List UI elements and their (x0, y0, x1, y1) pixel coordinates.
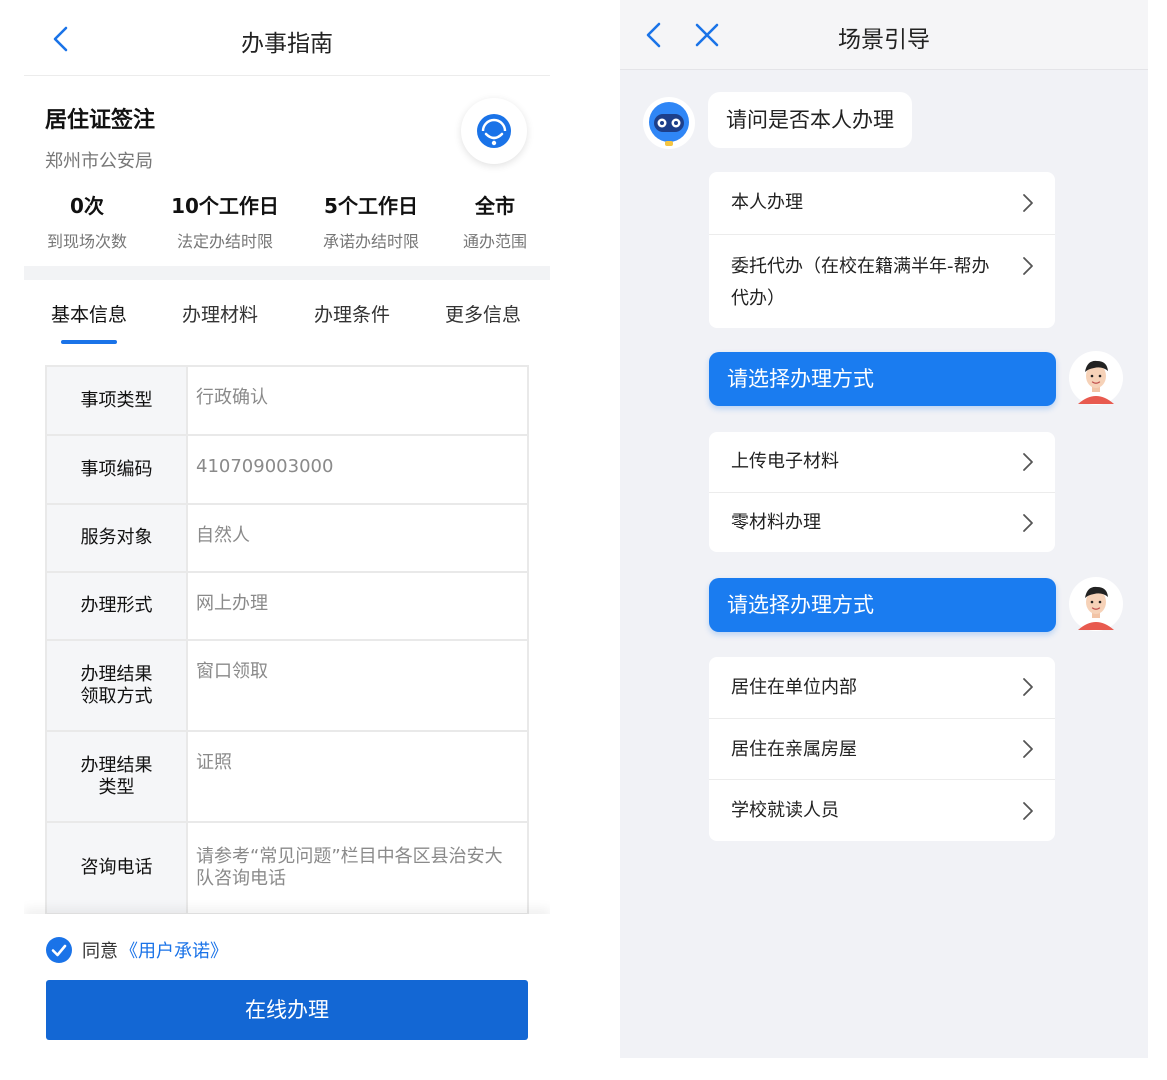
row-key: 服务对象 (45, 503, 188, 573)
row-key: 办理结果 类型 (45, 730, 188, 823)
agreement-text: 同意 (82, 941, 118, 962)
row-value: 证照 (186, 730, 529, 823)
robot-avatar-icon (643, 97, 695, 149)
option-label: 居住在亲属房屋 (731, 739, 857, 760)
service-name: 居住证签注 (45, 108, 156, 133)
tab-materials[interactable]: 办理材料 (182, 300, 258, 327)
table-row: 办理结果 类型 证照 (45, 730, 529, 823)
table-row: 办理形式 网上办理 (45, 571, 529, 641)
stat-value: 全市 (475, 194, 515, 218)
option-label: 零材料办理 (731, 512, 821, 533)
section-divider (24, 266, 550, 280)
stat-scope: 全市 通办范围 (460, 190, 530, 252)
scenario-guide-screen: 场景引导 请问是否本人办理 本人办理 委托代办（在校在籍满半年-帮办代办） 请选… (620, 0, 1148, 1058)
row-key: 事项类型 (45, 365, 188, 436)
active-tab-indicator (61, 340, 117, 344)
bot-question-bubble: 请问是否本人办理 (708, 92, 912, 148)
table-row: 咨询电话 请参考“常见问题”栏目中各区县治安大队咨询电话 (45, 821, 529, 915)
table-row: 事项类型 行政确认 (45, 365, 529, 436)
table-row: 办理结果 领取方式 窗口领取 (45, 639, 529, 732)
nav-bar: 办事指南 (24, 0, 550, 76)
row-key: 办理结果 领取方式 (45, 639, 188, 732)
apply-online-button[interactable]: 在线办理 (46, 980, 528, 1040)
tab-basic-info[interactable]: 基本信息 (51, 300, 127, 327)
stat-label: 到现场次数 (46, 232, 127, 251)
table-row: 事项编码 410709003000 (45, 434, 529, 505)
option-student[interactable]: 学校就读人员 (709, 779, 1055, 841)
agreement-row[interactable]: 同意 《用户承诺》 (46, 936, 228, 964)
chevron-right-icon (1023, 514, 1033, 532)
stat-value: 5个工作日 (324, 194, 418, 218)
option-upload-materials[interactable]: 上传电子材料 (709, 432, 1055, 492)
options-card-residence: 居住在单位内部 居住在亲属房屋 学校就读人员 (709, 657, 1055, 841)
user-avatar-icon (1069, 351, 1123, 405)
row-value: 行政确认 (186, 365, 529, 436)
page-title: 办事指南 (241, 31, 333, 57)
row-key: 咨询电话 (45, 821, 188, 915)
basic-info-table: 事项类型 行政确认 事项编码 410709003000 服务对象 自然人 办理形… (45, 365, 529, 915)
option-label: 居住在单位内部 (731, 677, 857, 698)
option-label: 本人办理 (731, 192, 803, 213)
option-label: 学校就读人员 (731, 800, 839, 821)
chevron-right-icon (1023, 802, 1033, 820)
tab-more-info[interactable]: 更多信息 (445, 300, 521, 327)
nav-bar: 场景引导 (620, 0, 1148, 70)
customer-service-icon[interactable] (461, 98, 527, 164)
option-relative-house[interactable]: 居住在亲属房屋 (709, 718, 1055, 779)
user-reply-bubble: 请选择办理方式 (709, 352, 1056, 406)
option-delegate[interactable]: 委托代办（在校在籍满半年-帮办代办） (709, 234, 1055, 328)
stats-row: 0次 到现场次数 10个工作日 法定办结时限 5个工作日 承诺办结时限 全市 通… (24, 190, 550, 252)
stat-label: 通办范围 (462, 232, 527, 251)
row-value: 网上办理 (186, 571, 529, 641)
option-label: 委托代办（在校在籍满半年-帮办代办） (731, 256, 990, 309)
footer-bar: 同意 《用户承诺》 在线办理 (24, 914, 550, 1052)
table-row: 服务对象 自然人 (45, 503, 529, 573)
tab-conditions[interactable]: 办理条件 (314, 300, 390, 327)
checkbox-checked-icon[interactable] (46, 937, 72, 963)
chevron-right-icon (1023, 453, 1033, 471)
stat-label: 法定办结时限 (176, 232, 273, 251)
option-self[interactable]: 本人办理 (709, 172, 1055, 234)
stat-visits: 0次 到现场次数 (45, 190, 129, 252)
user-commitment-link[interactable]: 《用户承诺》 (120, 937, 228, 963)
chevron-right-icon (1023, 194, 1033, 212)
service-organization: 郑州市公安局 (45, 151, 153, 172)
stat-label: 承诺办结时限 (322, 232, 419, 251)
row-value: 自然人 (186, 503, 529, 573)
chevron-right-icon (1023, 740, 1033, 758)
stat-legal-limit: 10个工作日 法定办结时限 (170, 190, 280, 252)
user-avatar-icon (1069, 577, 1123, 631)
option-zero-materials[interactable]: 零材料办理 (709, 492, 1055, 552)
options-card-method: 上传电子材料 零材料办理 (709, 432, 1055, 552)
chevron-right-icon (1023, 257, 1033, 275)
user-reply-bubble: 请选择办理方式 (709, 578, 1056, 632)
option-unit-internal[interactable]: 居住在单位内部 (709, 657, 1055, 718)
option-label: 上传电子材料 (731, 451, 839, 472)
chevron-right-icon (1023, 678, 1033, 696)
options-card-applicant: 本人办理 委托代办（在校在籍满半年-帮办代办） (709, 172, 1055, 328)
row-value: 窗口领取 (186, 639, 529, 732)
row-key: 事项编码 (45, 434, 188, 505)
stat-promised-limit: 5个工作日 承诺办结时限 (316, 190, 426, 252)
row-key: 办理形式 (45, 571, 188, 641)
guide-screen: 办事指南 居住证签注 郑州市公安局 0次 到现场次数 10个工作日 法定办结时限… (24, 0, 550, 1052)
page-title: 场景引导 (838, 27, 930, 53)
stat-value: 10个工作日 (171, 194, 279, 218)
row-value: 请参考“常见问题”栏目中各区县治安大队咨询电话 (186, 821, 529, 915)
stat-value: 0次 (70, 194, 104, 218)
row-value: 410709003000 (186, 434, 529, 505)
